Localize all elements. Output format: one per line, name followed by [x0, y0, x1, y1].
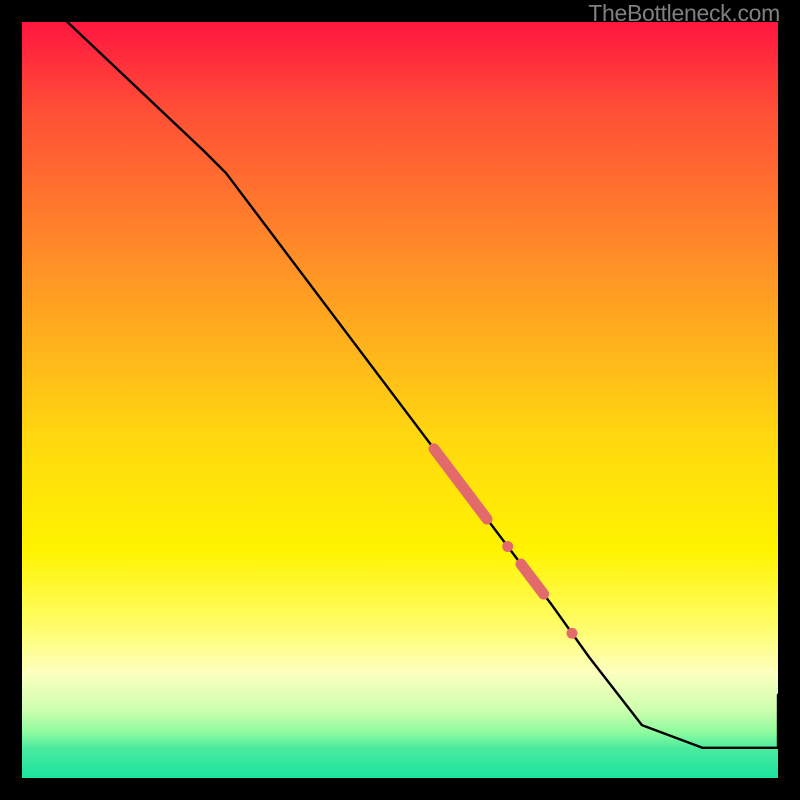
chart-frame: TheBottleneck.com	[0, 0, 800, 800]
curve-line	[22, 22, 778, 748]
chart-svg	[22, 22, 778, 778]
watermark-text: TheBottleneck.com	[588, 0, 780, 27]
